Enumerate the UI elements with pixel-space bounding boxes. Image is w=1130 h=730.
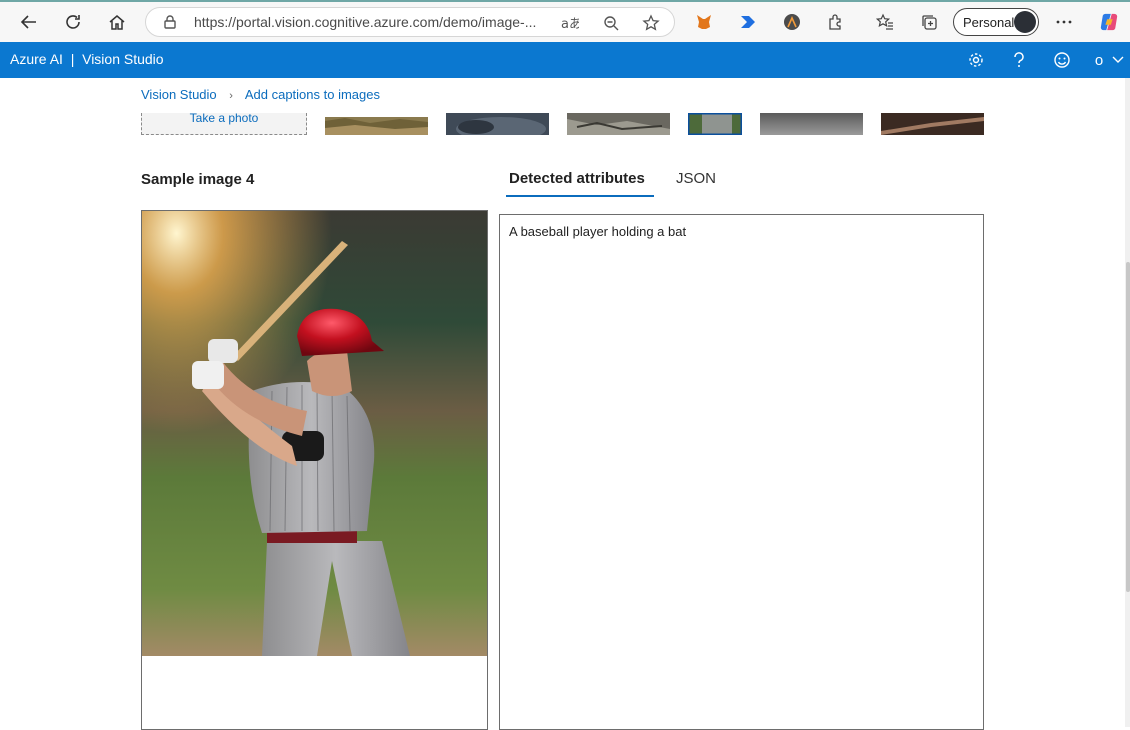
back-icon[interactable]	[15, 8, 43, 36]
collections-icon[interactable]	[919, 12, 939, 32]
sample-image-title: Sample image 4	[141, 171, 255, 188]
sample-thumbnail-6[interactable]	[881, 113, 984, 135]
detected-attributes-panel: A baseball player holding a bat	[499, 214, 984, 730]
sample-thumbnail-2[interactable]	[446, 113, 549, 141]
extensions-puzzle-icon[interactable]	[826, 12, 846, 32]
browser-toolbar: https://portal.vision.cognitive.azure.co…	[0, 0, 1130, 42]
take-photo-label: Take a photo	[189, 111, 259, 125]
sample-thumbnail-1[interactable]	[325, 113, 428, 135]
profile-avatar	[1014, 11, 1036, 33]
address-url[interactable]: https://portal.vision.cognitive.azure.co…	[194, 14, 536, 30]
power-automate-icon[interactable]	[738, 12, 758, 32]
active-tab-indicator	[506, 195, 654, 197]
help-icon[interactable]	[1009, 50, 1029, 70]
lock-icon[interactable]	[162, 14, 178, 30]
breadcrumb-add-captions[interactable]: Add captions to images	[245, 87, 380, 102]
read-aloud-icon[interactable]: aあ	[560, 13, 580, 33]
account-initial[interactable]: o	[1089, 50, 1109, 70]
chevron-down-icon[interactable]	[1108, 50, 1128, 70]
zoom-icon[interactable]	[601, 13, 621, 33]
profile-label: Personal	[963, 15, 1015, 30]
address-bar[interactable]: https://portal.vision.cognitive.azure.co…	[145, 7, 675, 37]
svg-text:aあ: aあ	[561, 17, 579, 31]
copilot-icon[interactable]	[1099, 12, 1119, 32]
more-menu-icon[interactable]	[1054, 12, 1074, 32]
breadcrumb: Vision Studio › Add captions to images	[141, 87, 380, 102]
breadcrumb-vision-studio[interactable]: Vision Studio	[141, 87, 217, 102]
page-scrollbar-thumb[interactable]	[1126, 262, 1130, 592]
caption-result: A baseball player holding a bat	[509, 224, 687, 239]
app-title[interactable]: Azure AI | Vision Studio	[10, 51, 164, 67]
sample-image-frame	[141, 210, 488, 730]
metamask-fox-icon[interactable]	[694, 12, 714, 32]
feedback-smiley-icon[interactable]	[1052, 50, 1072, 70]
profile-button[interactable]: Personal	[953, 8, 1039, 36]
tab-detected-attributes[interactable]: Detected attributes	[509, 170, 645, 187]
refresh-icon[interactable]	[59, 8, 87, 36]
favorite-star-icon[interactable]	[641, 13, 661, 33]
sample-thumbnail-5[interactable]	[760, 113, 863, 135]
favorites-bar-icon[interactable]	[875, 12, 895, 32]
sample-thumbnail-4-selected[interactable]	[686, 111, 744, 137]
chevron-right-icon: ›	[229, 90, 233, 102]
app-header: Azure AI | Vision Studio o	[0, 42, 1130, 78]
take-photo-button[interactable]: Take a photo	[141, 111, 307, 135]
baseball-player-image	[142, 211, 487, 656]
tab-json[interactable]: JSON	[676, 170, 716, 187]
settings-gear-icon[interactable]	[966, 50, 986, 70]
arc-extension-icon[interactable]	[782, 12, 802, 32]
sample-thumbnail-3[interactable]	[567, 113, 670, 135]
home-icon[interactable]	[103, 8, 131, 36]
